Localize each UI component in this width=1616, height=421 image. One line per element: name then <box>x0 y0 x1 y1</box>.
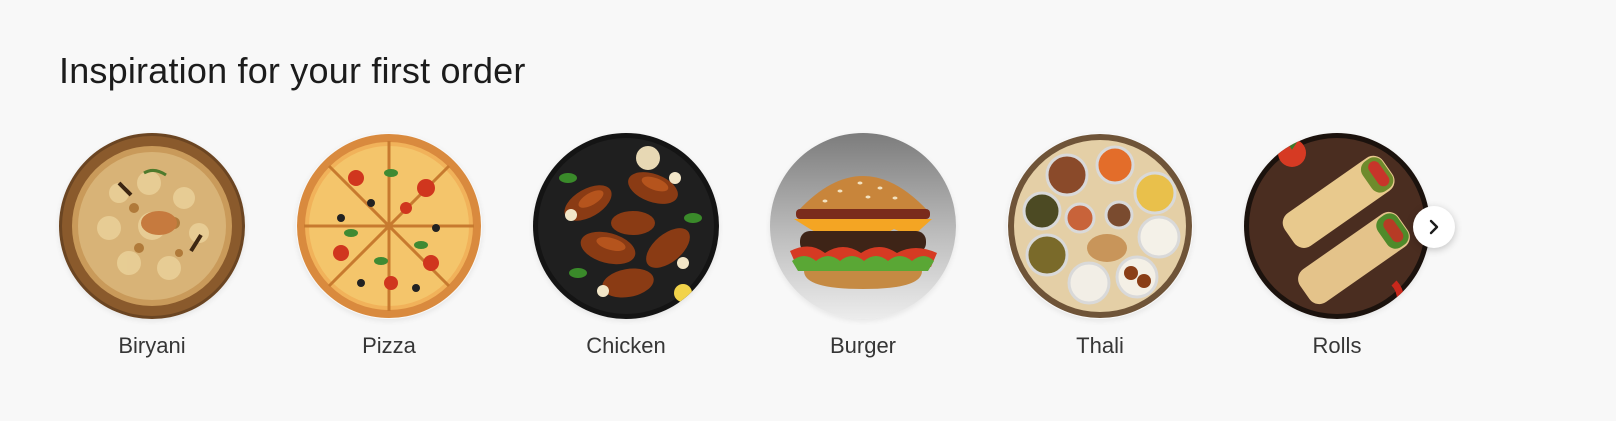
carousel-item-burger[interactable]: Burger <box>770 133 956 373</box>
rolls-image <box>1244 133 1430 319</box>
carousel-item-biryani[interactable]: Biryani <box>59 133 245 373</box>
carousel-item-label: Biryani <box>118 333 186 358</box>
carousel-item-pizza[interactable]: Pizza <box>296 133 482 373</box>
chicken-image <box>533 133 719 319</box>
carousel-item-rolls[interactable]: Rolls <box>1244 133 1430 373</box>
carousel-item-label: Pizza <box>362 333 416 358</box>
chevron-right-icon <box>1429 219 1439 235</box>
carousel-item-label: Thali <box>1076 333 1124 358</box>
carousel-item-label: Rolls <box>1312 333 1362 358</box>
carousel-next-button[interactable] <box>1413 206 1455 248</box>
carousel-item-thali[interactable]: Thali <box>1007 133 1193 373</box>
pizza-image <box>296 133 482 319</box>
carousel-item-chicken[interactable]: Chicken <box>533 133 719 373</box>
biryani-image <box>59 133 245 319</box>
thali-image <box>1007 133 1193 319</box>
food-carousel: Biryani Pizza Chicken Burger Thali Rolls <box>0 0 1616 421</box>
carousel-item-label: Chicken <box>586 333 666 358</box>
inspiration-section: Inspiration for your first order Biryani… <box>0 0 1616 421</box>
carousel-item-label: Burger <box>829 333 897 358</box>
burger-image <box>770 133 956 319</box>
